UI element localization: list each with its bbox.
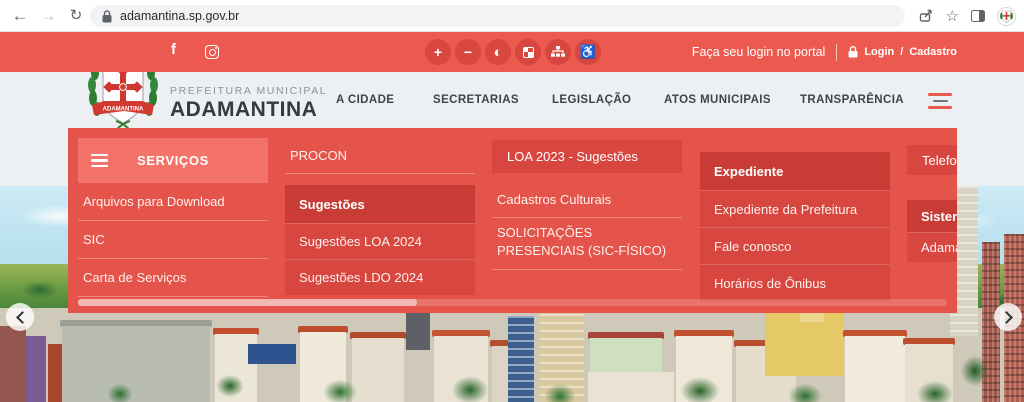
sitemap-button[interactable]: [545, 39, 571, 65]
brand-line2: ADAMANTINA: [170, 98, 327, 122]
menu-item-adamantina[interactable]: Adama: [907, 232, 957, 262]
font-increase-button[interactable]: +: [425, 39, 451, 65]
menu-item-solicitacoes-presenciais[interactable]: SOLICITAÇÕES PRESENCIAIS (SIC-FÍSICO): [492, 218, 682, 270]
expediente-header[interactable]: Expediente: [700, 152, 890, 190]
menu-scrollbar[interactable]: [78, 299, 947, 306]
lock-icon: [848, 46, 858, 58]
menu-item-telefones[interactable]: Telefo: [907, 145, 957, 175]
chevron-left-icon: [16, 311, 29, 324]
carousel-next-button[interactable]: [994, 303, 1022, 331]
instagram-icon[interactable]: [205, 45, 219, 59]
nav-transparencia[interactable]: TRANSPARÊNCIA: [800, 94, 904, 106]
menu-column-expediente: Expediente Expediente da Prefeitura Fale…: [700, 128, 890, 313]
menu-column-3: LOA 2023 - Sugestões Cadastros Culturais…: [492, 128, 682, 313]
servicos-header[interactable]: SERVIÇOS: [78, 138, 268, 183]
reset-view-button[interactable]: [515, 39, 541, 65]
sugestoes-block: Sugestões Sugestões LOA 2024 Sugestões L…: [285, 185, 475, 295]
bookmark-star-icon[interactable]: ☆: [946, 7, 959, 25]
accessibility-toolbar: + − ◐ ♿: [425, 39, 601, 65]
sitemap-icon: [551, 46, 565, 58]
menu-icon: [91, 154, 108, 167]
sistemas-block: Sistem Adama: [907, 200, 957, 262]
contrast-button[interactable]: ◐: [485, 39, 511, 65]
top-utility-bar: f + − ◐ ♿ Faça seu login no portal Login: [0, 32, 1024, 72]
menu-item-expediente-prefeitura[interactable]: Expediente da Prefeitura: [700, 190, 890, 227]
menu-item-carta-servicos[interactable]: Carta de Serviços: [78, 259, 268, 297]
nav-secretarias[interactable]: SECRETARIAS: [433, 94, 519, 106]
menu-toggle-button[interactable]: [928, 93, 952, 109]
back-icon[interactable]: ←: [8, 4, 32, 28]
sugestoes-header[interactable]: Sugestões: [285, 185, 475, 223]
menu-item-sic[interactable]: SIC: [78, 221, 268, 259]
chevron-right-icon: [1000, 311, 1013, 324]
divider: [836, 44, 837, 61]
avatar-crest-icon: [1000, 9, 1013, 24]
sistemas-header[interactable]: Sistem: [907, 200, 957, 232]
nav-atos-municipais[interactable]: ATOS MUNICIPAIS: [664, 94, 771, 106]
menu-item-arquivos[interactable]: Arquivos para Download: [78, 183, 268, 221]
address-bar[interactable]: adamantina.sp.gov.br: [90, 5, 905, 27]
menu-item-horarios-onibus[interactable]: Horários de Ônibus: [700, 264, 890, 301]
menu-item-fale-conosco[interactable]: Fale conosco: [700, 227, 890, 264]
register-link[interactable]: Cadastro: [909, 46, 957, 58]
menu-column-clipped: Telefo Sistem Adama: [907, 128, 957, 313]
brand-line1: PREFEITURA MUNICIPAL: [170, 85, 327, 97]
quadrant-icon: [523, 47, 534, 58]
menu-scrollbar-thumb[interactable]: [78, 299, 417, 306]
menu-column-servicos: SERVIÇOS Arquivos para Download SIC Cart…: [78, 128, 268, 313]
menu-item-cadastros-culturais[interactable]: Cadastros Culturais: [492, 182, 682, 218]
site-brand[interactable]: PREFEITURA MUNICIPAL ADAMANTINA: [170, 85, 327, 122]
svg-text:ADAMANTINA: ADAMANTINA: [103, 107, 144, 113]
menu-item-loa-2023-sugestoes[interactable]: LOA 2023 - Sugestões: [492, 140, 682, 173]
carousel-prev-button[interactable]: [6, 303, 34, 331]
expediente-block: Expediente Expediente da Prefeitura Fale…: [700, 152, 890, 301]
nav-a-cidade[interactable]: A CIDADE: [336, 94, 394, 106]
profile-avatar[interactable]: [997, 7, 1016, 26]
menu-item-procon[interactable]: PROCON: [285, 138, 475, 174]
refresh-icon[interactable]: ↻: [64, 4, 88, 28]
login-prompt: Faça seu login no portal: [692, 45, 825, 59]
servicos-title: SERVIÇOS: [137, 153, 209, 168]
url-text: adamantina.sp.gov.br: [120, 9, 239, 23]
menu-column-2: PROCON Sugestões Sugestões LOA 2024 Suge…: [285, 128, 475, 313]
menu-item-sugestoes-ldo-2024[interactable]: Sugestões LDO 2024: [285, 259, 475, 295]
browser-chrome: ← → ↻ adamantina.sp.gov.br ☆: [0, 0, 1024, 32]
side-panel-icon[interactable]: [971, 10, 985, 22]
font-decrease-button[interactable]: −: [455, 39, 481, 65]
facebook-icon[interactable]: f: [171, 41, 176, 58]
menu-item-sugestoes-loa-2024[interactable]: Sugestões LOA 2024: [285, 223, 475, 259]
share-icon[interactable]: [918, 8, 934, 24]
login-separator: /: [900, 46, 903, 58]
nav-legislacao[interactable]: LEGISLAÇÃO: [552, 94, 631, 106]
login-link[interactable]: Login: [864, 46, 894, 58]
forward-icon: →: [36, 4, 60, 28]
accessibility-button[interactable]: ♿: [575, 39, 601, 65]
services-mega-menu: SERVIÇOS Arquivos para Download SIC Cart…: [68, 128, 957, 313]
https-lock-icon: [102, 10, 112, 23]
